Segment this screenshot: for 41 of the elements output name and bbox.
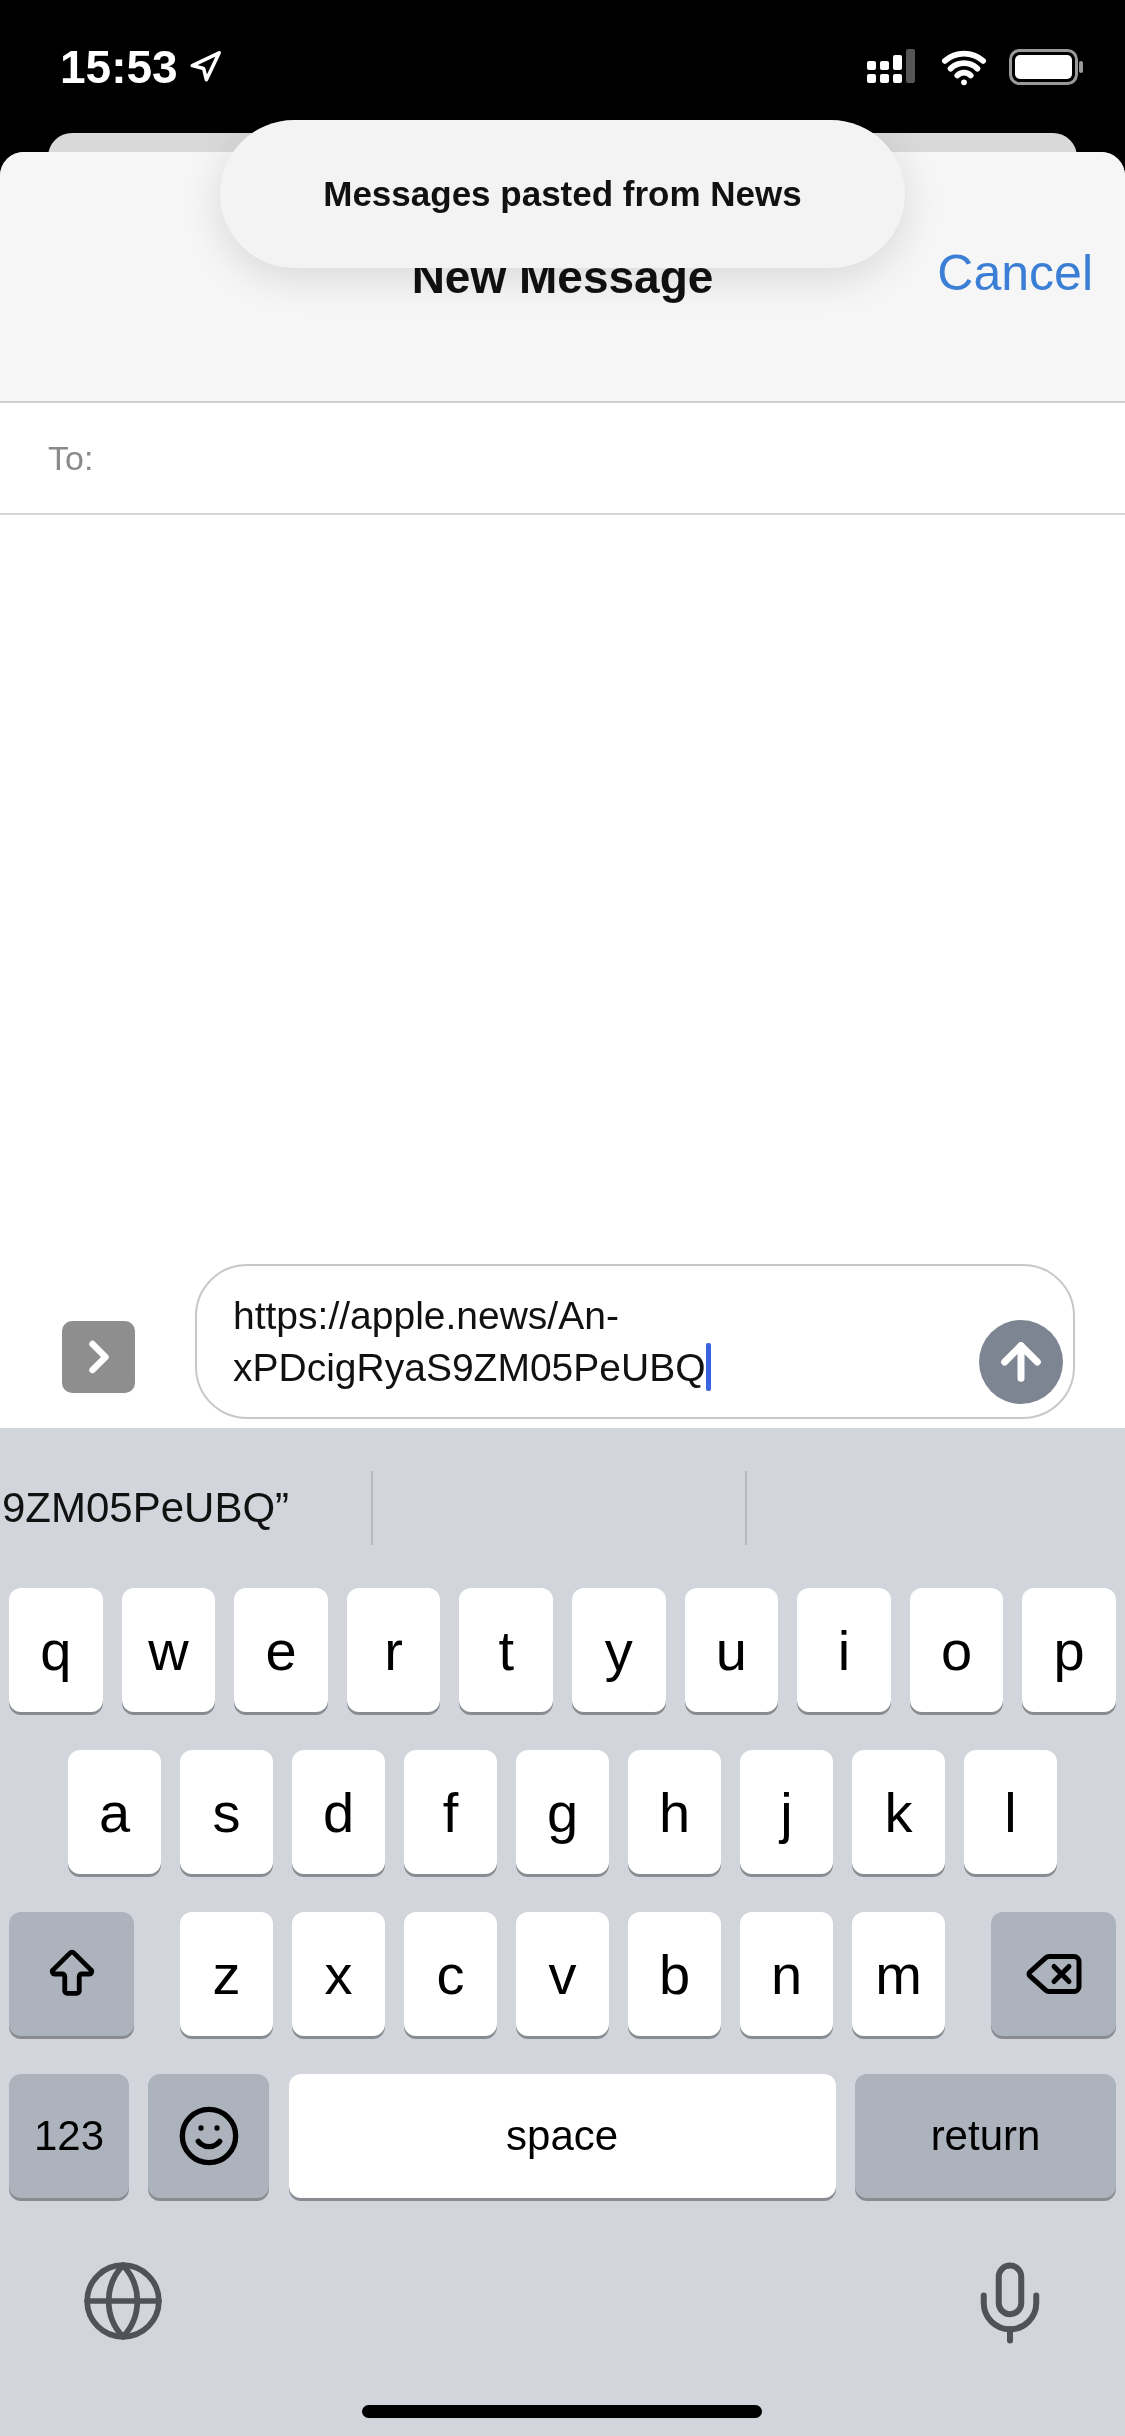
- return-key[interactable]: return: [855, 2074, 1116, 2198]
- emoji-key[interactable]: [148, 2074, 270, 2198]
- letter-key[interactable]: t: [459, 1588, 553, 1712]
- to-label: To:: [48, 438, 94, 478]
- letter-key[interactable]: j: [740, 1750, 833, 1874]
- letter-key[interactable]: f: [404, 1750, 497, 1874]
- letter-key[interactable]: c: [404, 1912, 497, 2036]
- letter-key[interactable]: x: [292, 1912, 385, 2036]
- letter-key[interactable]: z: [180, 1912, 273, 2036]
- letter-key[interactable]: s: [180, 1750, 273, 1874]
- letter-key[interactable]: n: [740, 1912, 833, 2036]
- letter-key[interactable]: k: [852, 1750, 945, 1874]
- letter-key[interactable]: b: [628, 1912, 721, 2036]
- letter-key[interactable]: v: [516, 1912, 609, 2036]
- suggestion[interactable]: 9ZM05PeUBQ”: [2, 1484, 290, 1532]
- letter-key[interactable]: y: [572, 1588, 666, 1712]
- letter-key[interactable]: p: [1022, 1588, 1116, 1712]
- letter-key[interactable]: o: [909, 1588, 1004, 1712]
- letter-key[interactable]: l: [964, 1750, 1057, 1874]
- message-field[interactable]: https://apple.news/An-xPDcigRyaS9ZM05PeUBQ: [195, 1264, 1075, 1419]
- space-key[interactable]: space: [288, 2074, 836, 2198]
- letter-key[interactable]: q: [9, 1588, 103, 1712]
- status-time: 15:53: [60, 39, 178, 94]
- battery-icon: [1009, 48, 1085, 85]
- text-cursor: [705, 1342, 711, 1391]
- letter-key[interactable]: a: [68, 1750, 161, 1874]
- shift-key[interactable]: [9, 1912, 134, 2036]
- letter-key[interactable]: i: [797, 1588, 891, 1712]
- letter-key[interactable]: u: [684, 1588, 779, 1712]
- letter-key[interactable]: g: [516, 1750, 609, 1874]
- numbers-key[interactable]: 123: [9, 2074, 129, 2198]
- backspace-key[interactable]: [991, 1912, 1116, 2036]
- cancel-button[interactable]: Cancel: [937, 244, 1093, 302]
- letter-key[interactable]: r: [346, 1588, 441, 1712]
- letter-key[interactable]: h: [628, 1750, 721, 1874]
- expand-button[interactable]: [62, 1320, 135, 1393]
- letter-key[interactable]: w: [121, 1588, 216, 1712]
- letter-key[interactable]: e: [234, 1588, 328, 1712]
- letter-key[interactable]: d: [292, 1750, 385, 1874]
- notification-text: Messages pasted from News: [323, 174, 802, 214]
- letter-key[interactable]: m: [852, 1912, 945, 2036]
